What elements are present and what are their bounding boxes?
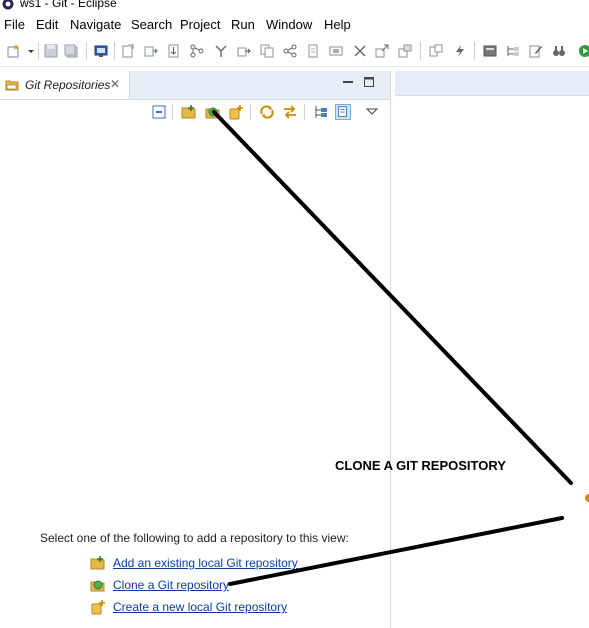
menu-search[interactable]: Search: [131, 17, 172, 32]
maximize-icon[interactable]: [364, 77, 374, 87]
console-icon[interactable]: [94, 44, 108, 58]
open-file-icon[interactable]: [121, 44, 135, 58]
menu-bar: File Edit Navigate Search Project Run Wi…: [0, 14, 589, 36]
merge-icon[interactable]: [214, 44, 228, 58]
commit-icon[interactable]: [144, 44, 158, 58]
hierarchy-icon[interactable]: [313, 104, 329, 120]
menu-window[interactable]: Window: [266, 17, 312, 32]
close-icon[interactable]: ✕: [110, 77, 120, 91]
fetch-icon[interactable]: [167, 44, 181, 58]
push-icon[interactable]: [237, 44, 251, 58]
lightning-icon[interactable]: [453, 44, 467, 58]
menu-navigate[interactable]: Navigate: [70, 17, 121, 32]
terminal-icon[interactable]: [329, 44, 343, 58]
repository-icon[interactable]: [483, 44, 497, 58]
menu-run[interactable]: Run: [231, 17, 255, 32]
new-repo-icon: [91, 600, 105, 615]
tab-git-repositories[interactable]: Git Repositories ✕: [0, 71, 130, 99]
git-repository-icon: [5, 80, 19, 91]
link-with-selection-icon[interactable]: [282, 104, 298, 120]
eclipse-icon: [2, 0, 14, 10]
empty-view-instructions: Select one of the following to add a rep…: [40, 531, 349, 545]
save-all-icon[interactable]: [64, 44, 78, 58]
clone-icon: [90, 580, 105, 592]
git-repositories-view: Git Repositories ✕ Select one of the fol…: [0, 71, 391, 628]
annotation-label: CLONE A GIT REPOSITORY: [335, 458, 506, 473]
toolbar-separator: [172, 104, 173, 120]
layout-icon[interactable]: [429, 44, 443, 58]
collapse-all-icon[interactable]: [151, 104, 167, 120]
tab-label: Git Repositories: [25, 78, 111, 92]
binoculars-icon[interactable]: [552, 44, 566, 58]
view-tab-bar: Git Repositories ✕: [0, 71, 390, 100]
share-icon[interactable]: [283, 44, 297, 58]
export-icon[interactable]: [375, 44, 389, 58]
workbench: Git Repositories ✕ Select one of the fol…: [0, 67, 589, 628]
menu-help[interactable]: Help: [324, 17, 351, 32]
clone-icon[interactable]: [205, 104, 221, 120]
editor-tab-bar: [395, 71, 589, 96]
minimize-icon[interactable]: [343, 77, 353, 87]
toolbar-separator: [304, 104, 305, 120]
toolbar-separator: [420, 42, 421, 60]
clone-repo-link[interactable]: Clone a Git repository: [113, 578, 229, 592]
window-title: ws1 - Git - Eclipse: [20, 0, 117, 10]
menu-file[interactable]: File: [4, 17, 25, 32]
toolbar-separator: [114, 42, 115, 60]
chevron-down-icon[interactable]: [27, 44, 35, 58]
folder-add-icon[interactable]: [181, 104, 197, 120]
editor-area: [395, 71, 589, 628]
create-new-repo-link[interactable]: Create a new local Git repository: [113, 600, 287, 614]
menu-project[interactable]: Project: [180, 17, 220, 32]
refresh-icon[interactable]: [259, 104, 275, 120]
view-menu-icon[interactable]: [366, 104, 378, 120]
copy-icon[interactable]: [260, 44, 274, 58]
run-icon[interactable]: [578, 44, 589, 58]
new-repo-icon[interactable]: [228, 104, 244, 120]
branch-icon[interactable]: [190, 44, 204, 58]
toolbar-separator: [474, 42, 475, 60]
toolbar-separator: [86, 42, 87, 60]
tree-icon[interactable]: [506, 44, 520, 58]
import-icon[interactable]: [398, 44, 412, 58]
title-bar: ws1 - Git - Eclipse: [0, 0, 589, 14]
edit-icon[interactable]: [529, 44, 543, 58]
toolbar-separator: [250, 104, 251, 120]
save-icon[interactable]: [44, 44, 58, 58]
close-icon[interactable]: [353, 44, 367, 58]
menu-edit[interactable]: Edit: [36, 17, 58, 32]
main-toolbar: [0, 36, 589, 67]
document-icon[interactable]: [306, 44, 320, 58]
new-icon[interactable]: [7, 44, 21, 58]
add-existing-repo-link[interactable]: Add an existing local Git repository: [113, 556, 298, 570]
folder-add-icon: [90, 556, 105, 570]
view-toolbar: [0, 99, 390, 125]
show-details-icon[interactable]: [335, 104, 351, 120]
toolbar-separator: [38, 42, 39, 60]
